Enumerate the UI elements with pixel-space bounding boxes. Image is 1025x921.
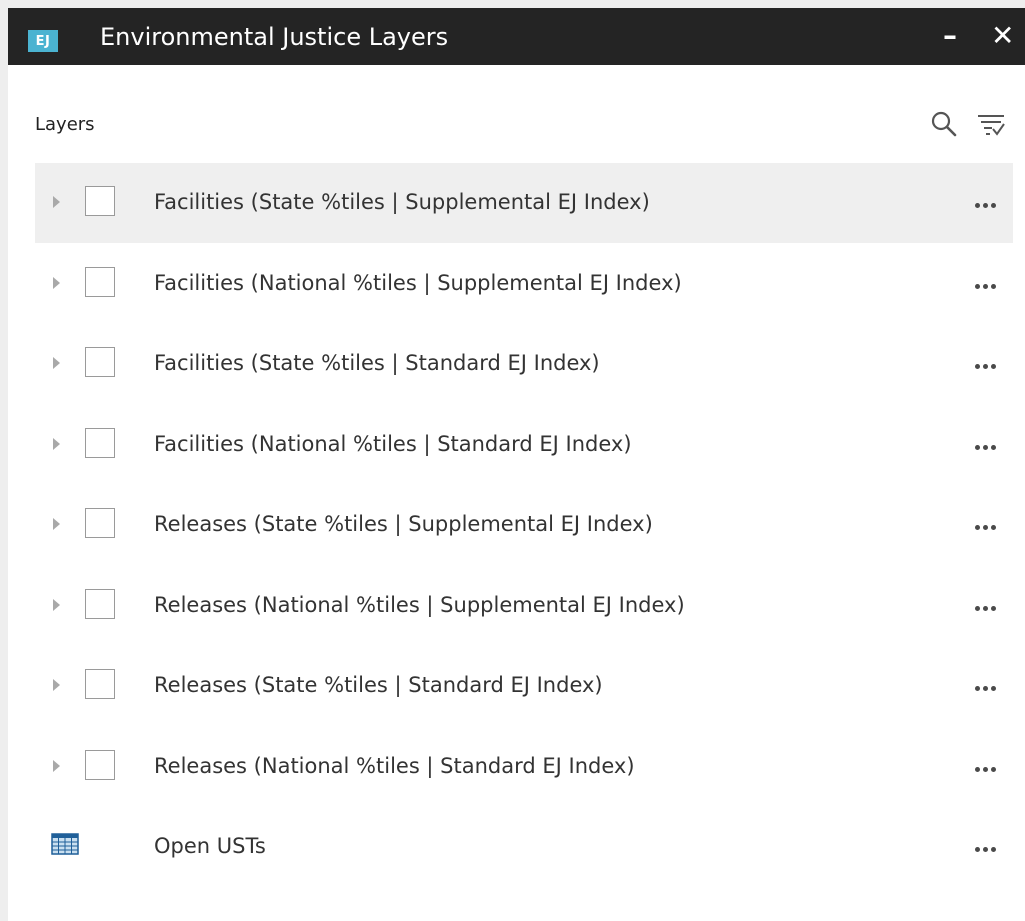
layer-visibility-checkbox[interactable] — [85, 427, 115, 458]
layer-label: Facilities (National %tiles | Supplement… — [154, 270, 682, 295]
ej-logo-icon: EJ — [28, 30, 58, 52]
expand-caret-icon[interactable] — [53, 437, 60, 450]
expand-caret-icon[interactable] — [53, 357, 60, 369]
window-title: Environmental Justice Layers — [100, 23, 449, 51]
layer-visibility-checkbox[interactable] — [85, 588, 115, 619]
window-frame-left — [0, 0, 8, 921]
layer-visibility-checkbox[interactable] — [85, 266, 115, 297]
minimize-button[interactable]: – — [943, 20, 957, 52]
expand-caret-icon[interactable] — [53, 679, 60, 691]
layer-visibility-checkbox[interactable] — [85, 508, 115, 538]
expand-caret-icon[interactable] — [53, 598, 60, 611]
layer-list-item[interactable]: Facilities (State %tiles | Standard EJ I… — [35, 324, 1013, 404]
layer-label: Facilities (National %tiles | Standard E… — [154, 431, 632, 456]
layer-list-item[interactable]: Releases (National %tiles | Supplemental… — [35, 566, 1013, 646]
layer-visibility-checkbox[interactable] — [85, 347, 115, 377]
more-options-icon[interactable] — [975, 594, 999, 614]
layer-visibility-checkbox[interactable] — [85, 749, 115, 780]
layer-list-item[interactable]: Releases (State %tiles | Supplemental EJ… — [35, 485, 1013, 565]
layer-label: Releases (National %tiles | Supplemental… — [154, 592, 685, 617]
layer-visibility-checkbox[interactable] — [85, 186, 115, 216]
more-options-icon[interactable] — [975, 513, 999, 533]
more-options-icon[interactable] — [975, 433, 999, 453]
table-icon — [51, 833, 83, 859]
more-options-icon[interactable] — [975, 272, 999, 292]
layer-list-item[interactable]: Releases (State %tiles | Standard EJ Ind… — [35, 646, 1013, 726]
layer-list-item[interactable]: Releases (National %tiles | Standard EJ … — [35, 727, 1013, 807]
expand-caret-icon[interactable] — [53, 276, 60, 289]
layer-label: Facilities (State %tiles | Supplemental … — [154, 190, 650, 214]
more-options-icon[interactable] — [975, 191, 999, 211]
layers-widget-panel: EJ Environmental Justice Layers – ✕ Laye… — [8, 8, 1025, 921]
search-icon[interactable] — [928, 108, 960, 140]
more-options-icon[interactable] — [975, 755, 999, 775]
layer-label: Releases (State %tiles | Supplemental EJ… — [154, 512, 653, 536]
expand-caret-icon[interactable] — [53, 759, 60, 772]
layer-visibility-checkbox[interactable] — [85, 669, 115, 699]
layers-header: Layers — [35, 114, 95, 135]
layer-label: Releases (National %tiles | Standard EJ … — [154, 753, 635, 778]
expand-caret-icon[interactable] — [53, 196, 60, 208]
layer-label: Facilities (State %tiles | Standard EJ I… — [154, 351, 600, 375]
layer-list-item[interactable]: Open USTs — [35, 807, 1013, 887]
more-options-icon[interactable] — [975, 835, 999, 855]
layer-list-item[interactable]: Facilities (National %tiles | Supplement… — [35, 244, 1013, 324]
layer-list-item[interactable]: Facilities (State %tiles | Supplemental … — [35, 163, 1013, 243]
more-options-icon[interactable] — [975, 674, 999, 694]
titlebar: EJ Environmental Justice Layers – ✕ — [8, 8, 1025, 65]
window-frame-top — [0, 0, 1025, 8]
layer-label: Open USTs — [154, 834, 266, 858]
layer-list-item[interactable]: Facilities (National %tiles | Standard E… — [35, 405, 1013, 485]
layer-label: Releases (State %tiles | Standard EJ Ind… — [154, 673, 603, 697]
filter-list-icon[interactable] — [975, 108, 1007, 140]
expand-caret-icon[interactable] — [53, 518, 60, 530]
close-button[interactable]: ✕ — [991, 20, 1014, 52]
more-options-icon[interactable] — [975, 352, 999, 372]
